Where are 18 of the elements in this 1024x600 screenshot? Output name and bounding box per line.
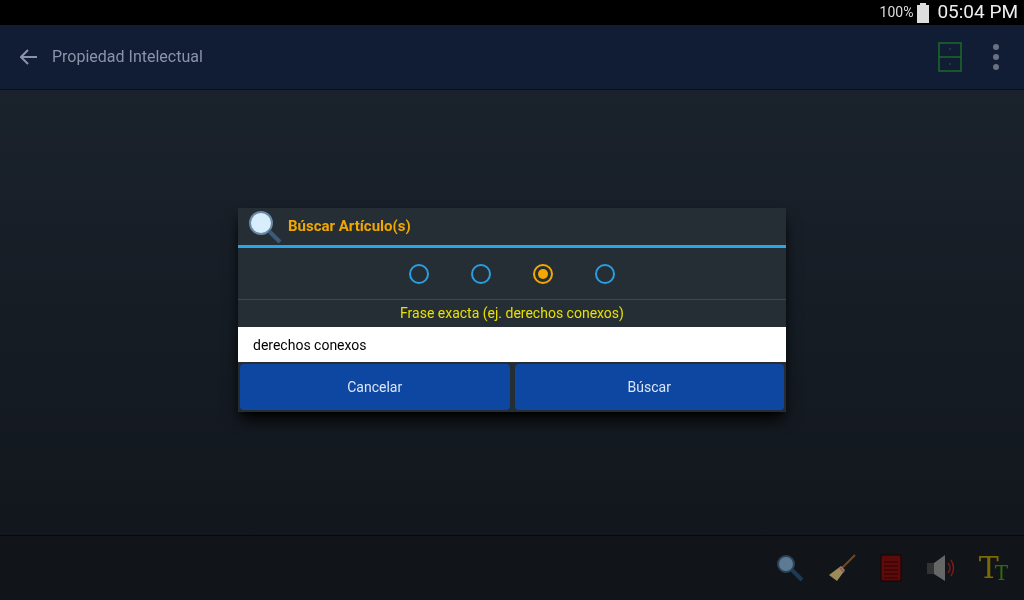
speaker-icon[interactable] [924,553,957,583]
search-hint: Frase exacta (ej. derechos conexos) [399,304,625,324]
search-field[interactable]: derechos conexos [238,327,786,362]
battery-percent: 100% [879,3,914,22]
dialog-title: Búscar Artículo(s) [288,216,411,238]
radio-button[interactable] [471,263,491,284]
more-menu-icon[interactable] [992,43,1000,71]
radio-button[interactable] [533,263,553,284]
app-title: Propiedad Intelectual [52,46,203,68]
magnifier-icon [247,208,283,245]
radio-button[interactable] [409,263,429,284]
back-arrow-icon[interactable] [20,49,38,65]
search-button[interactable]: Búscar [514,364,784,410]
clock: 05:04 PM [937,0,1018,26]
cancel-button[interactable]: Cancelar [240,364,510,410]
search-icon[interactable] [774,553,805,583]
battery-icon [917,2,930,23]
radio-button[interactable] [595,263,615,284]
